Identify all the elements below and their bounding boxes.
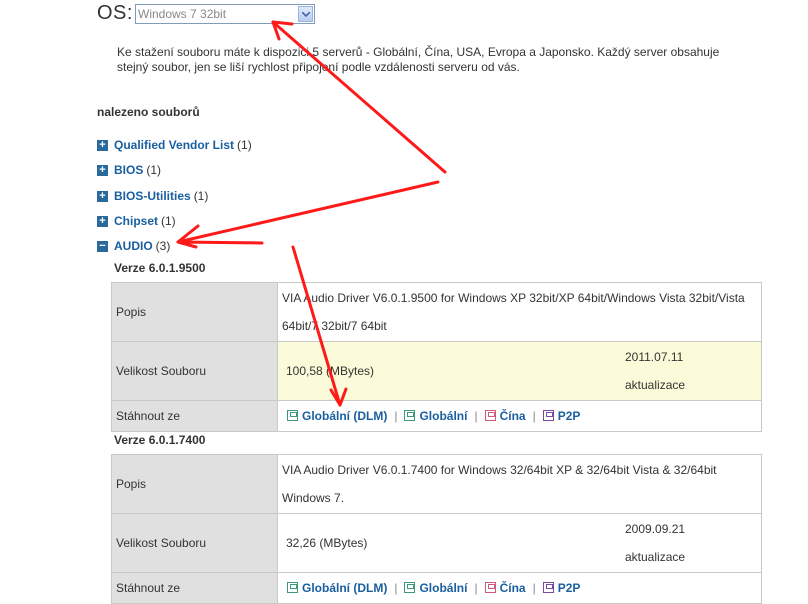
os-label: OS: [97,2,133,24]
size-value: 32,26 (MBytes) [286,536,368,550]
download-global-link[interactable]: Globální [419,409,467,423]
category-name[interactable]: AUDIO [114,239,153,253]
category-name[interactable]: BIOS-Utilities [114,189,191,203]
floppy-icon [484,410,496,421]
download-label: Stáhnout ze [111,400,278,432]
download-china-link[interactable]: Čína [500,581,526,595]
download-table: Popis VIA Audio Driver V6.0.1.7400 for W… [111,454,762,604]
download-p2p-link[interactable]: P2P [558,581,581,595]
info-text: Ke stažení souboru máte k dispozici 5 se… [117,45,720,74]
category-count: (1) [161,214,176,228]
floppy-icon [404,410,416,421]
expand-icon[interactable]: + [97,165,108,177]
os-select[interactable]: Windows 7 32bit [135,4,315,24]
arrow-to-audio-category [176,180,440,244]
category-chipset[interactable]: + Chipset (1) [97,213,176,229]
category-qualified-vendor-list[interactable]: + Qualified Vendor List (1) [97,137,252,153]
os-select-value: Windows 7 32bit [138,7,227,21]
expand-icon[interactable]: + [97,191,108,203]
description-value: VIA Audio Driver V6.0.1.9500 for Windows… [277,282,762,342]
collapse-icon[interactable]: − [97,241,108,253]
download-global-link[interactable]: Globální [419,581,467,595]
category-count: (3) [155,239,171,253]
description-label: Popis [111,454,278,514]
date-block: 2009.09.21 aktualizace [625,515,685,571]
size-cell: 100,58 (MBytes) 2011.07.11 aktualizace [277,341,762,401]
found-files-heading: nalezeno souborů [97,105,200,119]
expand-icon[interactable]: + [97,216,108,228]
floppy-icon [542,410,554,421]
separator: | [532,409,536,423]
description-label: Popis [111,282,278,342]
date-block: 2011.07.11 aktualizace [625,343,685,399]
download-label: Stáhnout ze [111,572,278,604]
separator: | [394,409,398,423]
category-bios-utilities[interactable]: + BIOS-Utilities (1) [97,188,208,204]
download-china-link[interactable]: Čína [500,409,526,423]
description-value: VIA Audio Driver V6.0.1.7400 for Windows… [277,454,762,514]
category-name[interactable]: Chipset [114,214,158,228]
size-value: 100,58 (MBytes) [286,364,375,378]
updated-label: aktualizace [625,550,686,564]
floppy-icon [404,582,416,593]
category-audio[interactable]: − AUDIO (3) [97,238,170,254]
category-count: (1) [237,138,252,152]
size-cell: 32,26 (MBytes) 2009.09.21 aktualizace [277,513,762,573]
expand-icon[interactable]: + [97,140,108,152]
floppy-icon [484,582,496,593]
separator: | [532,581,536,595]
floppy-icon [287,410,298,421]
download-links: Globální (DLM) | Globální | Čína | P2P [277,572,762,604]
category-name[interactable]: Qualified Vendor List [114,138,234,152]
download-global-dlm-link[interactable]: Globální (DLM) [302,581,387,595]
separator: | [474,581,478,595]
floppy-icon [542,582,554,593]
chevron-down-icon[interactable] [298,6,313,22]
download-global-dlm-link[interactable]: Globální (DLM) [302,409,387,423]
separator: | [474,409,478,423]
date-value: 2009.09.21 [625,522,686,536]
date-value: 2011.07.11 [625,350,684,364]
floppy-icon [287,582,298,593]
size-label: Velikost Souboru [111,341,278,401]
version-title: Verze 6.0.1.9500 [114,261,206,275]
updated-label: aktualizace [625,378,686,392]
download-links: Globální (DLM) | Globální | Čína | P2P [277,400,762,432]
download-p2p-link[interactable]: P2P [558,409,581,423]
category-name[interactable]: BIOS [114,163,143,177]
version-title: Verze 6.0.1.7400 [114,433,206,447]
download-table: Popis VIA Audio Driver V6.0.1.9500 for W… [111,282,762,432]
separator: | [394,581,398,595]
category-bios[interactable]: + BIOS (1) [97,162,161,178]
category-count: (1) [146,163,162,177]
category-count: (1) [193,189,209,203]
size-label: Velikost Souboru [111,513,278,573]
